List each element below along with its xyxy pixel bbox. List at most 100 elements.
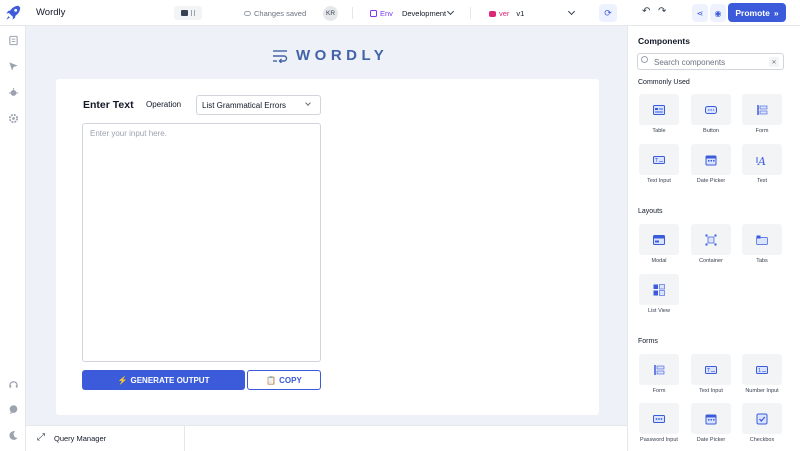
component-tile-date-picker[interactable]	[691, 403, 731, 434]
component-label: Number Input	[745, 388, 779, 394]
save-status: Changes saved	[244, 9, 306, 18]
component-tile-modal[interactable]	[639, 224, 679, 255]
component-tile-text[interactable]: A	[742, 144, 782, 175]
component-tile-text-input[interactable]: T	[691, 354, 731, 385]
text-input-area[interactable]	[82, 123, 321, 362]
component-label: Checkbox	[749, 437, 775, 443]
component-tile-list-view[interactable]	[639, 274, 679, 305]
component-tile-tabs[interactable]	[742, 224, 782, 255]
text-icon: A	[756, 155, 766, 166]
promote-button[interactable]: Promote »	[728, 3, 786, 22]
clear-search-icon[interactable]: ✕	[769, 57, 779, 67]
share-icon: ⋖	[696, 8, 704, 18]
inspector-icon[interactable]	[7, 60, 19, 72]
checkbox-icon	[756, 413, 768, 424]
wordly-brand: WORDLY	[272, 47, 388, 64]
chat-icon[interactable]	[7, 403, 19, 415]
components-panel: Components Search components ✕ Commonly …	[627, 26, 800, 451]
environment-value: Development	[401, 9, 447, 18]
debugger-icon[interactable]	[7, 86, 19, 98]
cloud-check-icon	[244, 11, 251, 16]
generate-output-button[interactable]: ⚡ GENERATE OUTPUT	[82, 370, 245, 390]
undo-icon[interactable]: ↶	[642, 6, 650, 17]
component-tile-checkbox[interactable]	[742, 403, 782, 434]
component-tile-container[interactable]	[691, 224, 731, 255]
text-wrap-icon	[273, 49, 288, 63]
query-manager-tab[interactable]: Query Manager	[54, 434, 106, 443]
share-button[interactable]: ⋖	[692, 4, 708, 22]
container-icon	[705, 234, 717, 245]
svg-text:A: A	[757, 155, 766, 166]
button-icon	[705, 105, 717, 114]
operation-label: Operation	[146, 100, 182, 109]
rocket-logo-icon[interactable]	[4, 4, 22, 22]
calendar-icon	[705, 414, 717, 424]
component-label: List View	[648, 308, 670, 314]
component-label: Text Input	[647, 178, 671, 184]
app-name[interactable]: Wordly	[36, 7, 65, 18]
component-tile-number-input[interactable]: 1	[742, 354, 782, 385]
refresh-icon: ⟳	[604, 7, 612, 18]
expand-icon[interactable]: ⤢	[37, 432, 45, 443]
divider	[470, 7, 471, 19]
password-input-icon	[653, 414, 665, 423]
table-icon	[653, 104, 665, 115]
component-tile-form[interactable]	[742, 94, 782, 125]
version-icon	[489, 10, 496, 17]
component-label: Form	[652, 388, 666, 394]
chevron-down-icon[interactable]	[446, 7, 455, 16]
component-tile-text-input[interactable]: T	[639, 144, 679, 175]
copy-button[interactable]: 📋 COPY	[247, 370, 321, 390]
sync-button[interactable]: ⟳	[599, 4, 617, 22]
component-tile-password-input[interactable]	[639, 403, 679, 434]
divider	[184, 426, 185, 451]
comments-toggle-button[interactable]	[174, 6, 202, 20]
comment-icon	[181, 10, 188, 16]
number-input-icon: 1	[756, 365, 768, 374]
component-label: Tabs	[756, 258, 768, 264]
environment-selector[interactable]: Env Development	[370, 9, 446, 18]
component-tile-button[interactable]	[691, 94, 731, 125]
eye-icon: ◉	[714, 8, 722, 18]
redo-icon[interactable]: ↷	[658, 6, 666, 17]
double-chevron-right-icon: »	[773, 7, 779, 18]
copy-icon: 📋	[266, 375, 277, 385]
save-status-text: Changes saved	[254, 9, 307, 18]
component-label: Form	[755, 128, 769, 134]
component-label: Password Input	[640, 437, 678, 443]
user-avatar[interactable]: KR	[323, 6, 338, 21]
section-title-forms: Forms	[638, 338, 658, 345]
support-icon[interactable]	[7, 378, 19, 390]
version-value: v1	[516, 9, 525, 18]
enter-text-heading: Enter Text	[83, 99, 134, 111]
component-tile-date-picker[interactable]	[691, 144, 731, 175]
calendar-icon	[705, 155, 717, 165]
promote-label: Promote	[735, 7, 770, 18]
component-tile-table[interactable]	[639, 94, 679, 125]
operation-selected-value: List Grammatical Errors	[202, 101, 287, 110]
pages-icon[interactable]	[7, 34, 19, 46]
section-title-layouts: Layouts	[638, 208, 663, 215]
section-title-commonly-used: Commonly Used	[638, 79, 690, 86]
text-input-icon: T	[653, 155, 665, 164]
search-placeholder: Search components	[654, 58, 726, 67]
bottom-bar: ⤢ Query Manager	[26, 425, 627, 451]
chevron-down-icon[interactable]	[567, 7, 576, 16]
component-search-input[interactable]: Search components	[637, 53, 784, 70]
lightning-icon: ⚡	[117, 375, 128, 385]
environment-icon	[370, 10, 377, 17]
left-sidebar	[0, 26, 26, 451]
text-input-icon: T	[705, 365, 717, 374]
component-tile-form[interactable]	[639, 354, 679, 385]
settings-gear-icon[interactable]	[7, 112, 19, 124]
generate-output-label: GENERATE OUTPUT	[130, 375, 210, 385]
dark-mode-moon-icon[interactable]	[7, 429, 19, 441]
form-icon	[654, 364, 665, 375]
version-selector[interactable]: ver v1	[489, 9, 524, 18]
svg-text:1: 1	[758, 368, 761, 374]
modal-icon	[653, 234, 665, 245]
preview-button[interactable]: ◉	[710, 4, 726, 22]
top-bar: Wordly Changes saved KR Env Development …	[0, 0, 800, 26]
version-label: ver	[499, 9, 510, 18]
operation-dropdown[interactable]: List Grammatical Errors	[196, 95, 321, 115]
